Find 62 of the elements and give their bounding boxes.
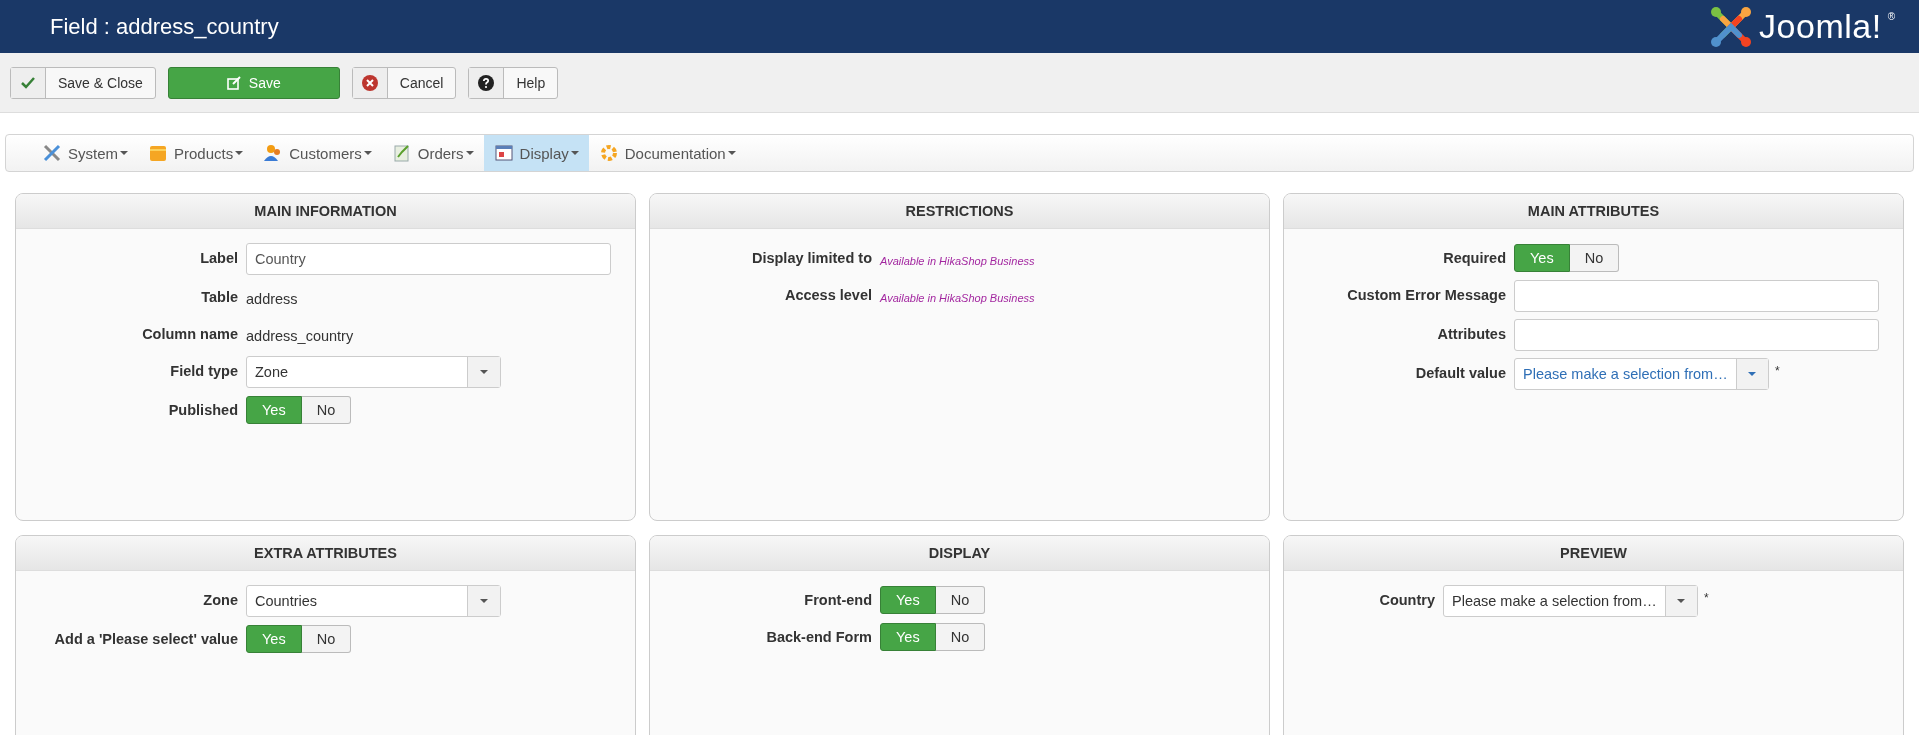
dropdown-select[interactable]: Please make a selection from…: [1443, 585, 1698, 617]
field-label: Zone: [202, 591, 238, 608]
field-label: Published: [167, 401, 238, 418]
field-label: Country: [1378, 591, 1435, 608]
panel-heading: DISPLAY: [650, 536, 1269, 571]
field-label: Default value: [1414, 364, 1506, 381]
dropdown-select[interactable]: Please make a selection from…: [1514, 358, 1769, 390]
toggle-option[interactable]: No: [935, 623, 986, 651]
field-label: Required: [1442, 249, 1506, 266]
registered-mark: ®: [1887, 10, 1895, 22]
panel-heading: MAIN ATTRIBUTES: [1284, 194, 1903, 229]
field-label: Add a 'Please select' value: [53, 630, 238, 647]
checkmark-icon: [21, 76, 35, 89]
close-icon: [361, 74, 378, 91]
menu-item[interactable]: Orders: [381, 135, 484, 171]
window-icon: [493, 143, 514, 163]
field-label: Field type: [169, 362, 238, 379]
document-icon: [391, 143, 412, 163]
logo-wordmark: Joomla!: [1759, 7, 1882, 46]
panel-heading: RESTRICTIONS: [650, 194, 1269, 229]
toggle-option[interactable]: No: [935, 586, 986, 614]
folder-icon: [148, 143, 168, 163]
menu-item[interactable]: Documentation: [588, 135, 746, 171]
menu-item[interactable]: Display: [483, 135, 589, 171]
edit-icon: [226, 75, 241, 90]
field-label: Display limited to: [750, 249, 872, 266]
field-label: Front-end: [803, 591, 872, 608]
field-label: Back-end Form: [765, 628, 872, 645]
input-field[interactable]: Country: [246, 243, 611, 275]
required-mark: *: [1704, 591, 1709, 605]
field-value: address: [246, 290, 298, 307]
input-field[interactable]: [1514, 280, 1879, 312]
dropdown-select[interactable]: Zone: [246, 356, 501, 388]
menu-item[interactable]: Customers: [253, 135, 382, 171]
toolbar-button[interactable]: Help: [468, 66, 559, 99]
field-value: address_country: [246, 327, 354, 344]
panel-heading: EXTRA ATTRIBUTES: [16, 536, 635, 571]
field-label: Access level: [783, 286, 872, 303]
menu-item[interactable]: System: [32, 135, 138, 171]
required-mark: *: [1775, 364, 1780, 378]
menu-item[interactable]: Products: [138, 135, 254, 171]
upgrade-note: Available in HikaShop Business: [880, 253, 1035, 267]
help-icon: [478, 74, 495, 91]
dropdown-select[interactable]: Countries: [246, 585, 501, 617]
logo-icon: [1709, 4, 1754, 49]
input-field[interactable]: [1514, 319, 1879, 351]
upgrade-note: Available in HikaShop Business: [880, 290, 1035, 304]
field-label: Table: [200, 288, 238, 305]
tools-icon: [42, 143, 62, 163]
field-label: Attributes: [1436, 325, 1506, 342]
toggle-option[interactable]: No: [1569, 244, 1620, 272]
field-label: Custom Error Message: [1346, 286, 1506, 303]
field-label: Column name: [141, 325, 238, 342]
field-label: Label: [199, 249, 238, 266]
toggle-option[interactable]: No: [301, 396, 352, 424]
panel-heading: MAIN INFORMATION: [16, 194, 635, 229]
lifebuoy-icon: [598, 143, 619, 163]
toolbar-button[interactable]: Cancel: [351, 66, 457, 99]
toggle-option[interactable]: No: [301, 625, 352, 653]
toolbar-button[interactable]: Save & Close: [10, 66, 156, 99]
panel-heading: PREVIEW: [1284, 536, 1903, 571]
page-title: Field : address_country: [50, 13, 279, 40]
